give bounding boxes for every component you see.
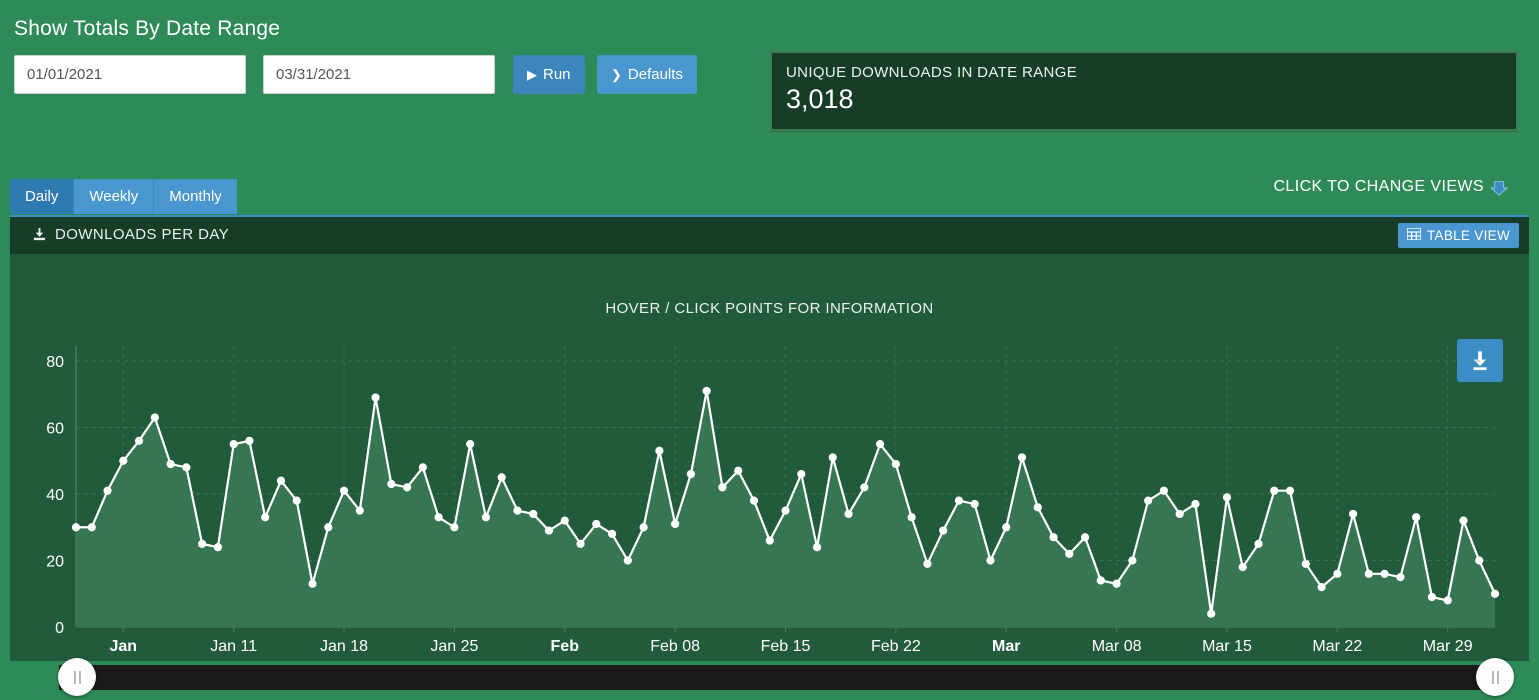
svg-text:Jan: Jan [110, 638, 138, 655]
svg-text:80: 80 [46, 354, 64, 371]
table-view-button[interactable]: TABLE VIEW [1397, 223, 1519, 248]
unique-downloads-card: UNIQUE DOWNLOADS IN DATE RANGE 3,018 [770, 51, 1518, 131]
range-track[interactable] [59, 665, 1486, 690]
grip-handle-icon-right[interactable] [1476, 658, 1514, 696]
arrow-down-icon[interactable] [1489, 179, 1509, 197]
table-view-label: TABLE VIEW [1426, 228, 1510, 243]
svg-text:Feb: Feb [551, 638, 580, 655]
svg-text:Mar 08: Mar 08 [1092, 638, 1142, 655]
play-icon: ▶ [527, 67, 537, 82]
svg-text:Feb 22: Feb 22 [871, 638, 921, 655]
chevron-down-icon: ❯ [611, 67, 622, 82]
unique-downloads-label: UNIQUE DOWNLOADS IN DATE RANGE [786, 64, 1078, 81]
svg-text:60: 60 [46, 421, 64, 438]
end-date-input[interactable] [263, 55, 495, 94]
view-tabs: Daily Weekly Monthly [10, 179, 237, 214]
panel-header: DOWNLOADS PER DAY TABLE VIEW [10, 217, 1529, 254]
start-date-input[interactable] [14, 55, 246, 94]
unique-downloads-value: 3,018 [786, 84, 854, 114]
grip-handle-icon-left[interactable] [58, 658, 96, 696]
dashboard-root: Show Totals By Date Range ▶ Run ❯ Defaul… [0, 0, 1539, 696]
run-button[interactable]: ▶ Run [513, 55, 585, 94]
panel-title: DOWNLOADS PER DAY [32, 226, 229, 243]
change-views-label[interactable]: CLICK TO CHANGE VIEWS [1273, 178, 1484, 196]
chart-range-slider[interactable] [10, 655, 1529, 700]
table-icon [1406, 227, 1422, 243]
downloads-panel: DOWNLOADS PER DAY TABLE VIEW HOVER / CLI… [10, 215, 1529, 696]
downloads-line-chart[interactable]: 0 20 40 60 80 Jan Jan 11 Jan 18 Jan 25 Feb Feb 08 F… [10, 254, 1529, 655]
svg-text:0: 0 [55, 620, 64, 637]
svg-text:Feb 15: Feb 15 [761, 638, 811, 655]
svg-text:Mar 29: Mar 29 [1423, 638, 1473, 655]
defaults-button-label: Defaults [627, 66, 683, 83]
svg-text:Jan 25: Jan 25 [430, 638, 478, 655]
tab-weekly[interactable]: Weekly [74, 179, 155, 214]
download-icon [32, 227, 47, 242]
run-button-label: Run [543, 66, 571, 83]
page-title: Show Totals By Date Range [14, 17, 281, 40]
svg-text:Jan 11: Jan 11 [210, 638, 257, 655]
svg-text:Mar 15: Mar 15 [1202, 638, 1252, 655]
tab-monthly[interactable]: Monthly [154, 179, 237, 214]
tab-daily[interactable]: Daily [10, 179, 75, 214]
svg-text:20: 20 [46, 554, 64, 571]
svg-text:Mar: Mar [992, 638, 1020, 655]
svg-text:Jan 18: Jan 18 [320, 638, 368, 655]
svg-text:Feb 08: Feb 08 [650, 638, 700, 655]
chart-area: HOVER / CLICK POINTS FOR INFORMATION 0 20… [10, 254, 1529, 696]
svg-text:Mar 22: Mar 22 [1312, 638, 1362, 655]
defaults-button[interactable]: ❯ Defaults [597, 55, 697, 94]
panel-title-label: DOWNLOADS PER DAY [55, 226, 230, 243]
svg-text:40: 40 [46, 487, 64, 504]
